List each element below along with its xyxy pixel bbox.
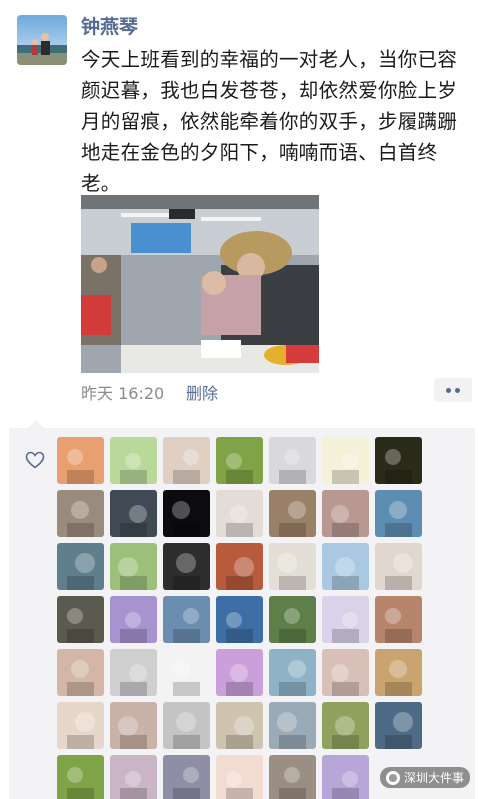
post-photo[interactable] xyxy=(81,195,319,373)
liker-avatar[interactable] xyxy=(163,490,210,537)
heart-outline-icon xyxy=(25,451,45,469)
author-avatar[interactable] xyxy=(17,15,67,65)
liker-avatar[interactable] xyxy=(322,649,369,696)
liker-avatar[interactable] xyxy=(322,490,369,537)
liker-avatar[interactable] xyxy=(322,596,369,643)
liker-avatar[interactable] xyxy=(163,649,210,696)
liker-avatar[interactable] xyxy=(216,543,263,590)
liker-avatar[interactable] xyxy=(57,490,104,537)
liker-avatar[interactable] xyxy=(216,490,263,537)
dot xyxy=(446,387,451,393)
liker-avatar[interactable] xyxy=(269,490,316,537)
delete-button[interactable]: 删除 xyxy=(186,380,218,404)
liker-avatar[interactable] xyxy=(163,437,210,484)
wechat-official-icon xyxy=(386,770,400,785)
liker-avatar[interactable] xyxy=(375,649,422,696)
liker-avatar[interactable] xyxy=(57,702,104,749)
liker-avatar[interactable] xyxy=(57,437,104,484)
liker-avatar[interactable] xyxy=(57,543,104,590)
liker-avatar[interactable] xyxy=(375,702,422,749)
liker-avatar[interactable] xyxy=(163,596,210,643)
liker-avatar[interactable] xyxy=(269,702,316,749)
watermark-text: 深圳大件事 xyxy=(404,771,465,785)
liker-avatar[interactable] xyxy=(57,649,104,696)
liker-avatar[interactable] xyxy=(110,596,157,643)
liker-avatar[interactable] xyxy=(375,596,422,643)
liker-avatar[interactable] xyxy=(269,649,316,696)
dot xyxy=(455,387,460,393)
liker-avatar[interactable] xyxy=(163,755,210,799)
liker-avatar[interactable] xyxy=(163,543,210,590)
liker-avatar[interactable] xyxy=(110,755,157,799)
liker-avatar[interactable] xyxy=(110,702,157,749)
liker-avatar[interactable] xyxy=(322,755,369,799)
liker-avatar[interactable] xyxy=(110,437,157,484)
post-text: 今天上班看到的幸福的一对老人，当你已容颜迟暮，我也白发苍苍，却依然爱你脸上岁月的… xyxy=(81,48,458,195)
liker-avatar[interactable] xyxy=(269,437,316,484)
liker-avatar[interactable] xyxy=(216,596,263,643)
liker-avatar[interactable] xyxy=(110,490,157,537)
liker-avatar[interactable] xyxy=(322,702,369,749)
liker-avatar[interactable] xyxy=(57,596,104,643)
liker-avatar[interactable] xyxy=(375,543,422,590)
liker-avatar[interactable] xyxy=(269,596,316,643)
liker-avatar[interactable] xyxy=(375,437,422,484)
liker-avatar[interactable] xyxy=(110,649,157,696)
more-dots-icon[interactable] xyxy=(434,378,472,402)
post-timestamp: 昨天 16:20 xyxy=(81,384,165,403)
watermark: 深圳大件事 xyxy=(380,767,471,788)
liker-avatar[interactable] xyxy=(216,702,263,749)
likes-panel xyxy=(9,420,475,799)
author-name[interactable]: 钟燕琴 xyxy=(81,12,138,39)
liker-avatar[interactable] xyxy=(322,437,369,484)
liker-avatar[interactable] xyxy=(216,649,263,696)
liker-avatar[interactable] xyxy=(216,437,263,484)
liker-avatar[interactable] xyxy=(163,702,210,749)
liker-avatar[interactable] xyxy=(269,755,316,799)
liker-avatar[interactable] xyxy=(322,543,369,590)
liker-avatar[interactable] xyxy=(269,543,316,590)
liker-avatar[interactable] xyxy=(375,490,422,537)
liker-avatar[interactable] xyxy=(216,755,263,799)
liker-avatar[interactable] xyxy=(110,543,157,590)
liker-avatar[interactable] xyxy=(57,755,104,799)
panel-pointer xyxy=(28,420,44,428)
